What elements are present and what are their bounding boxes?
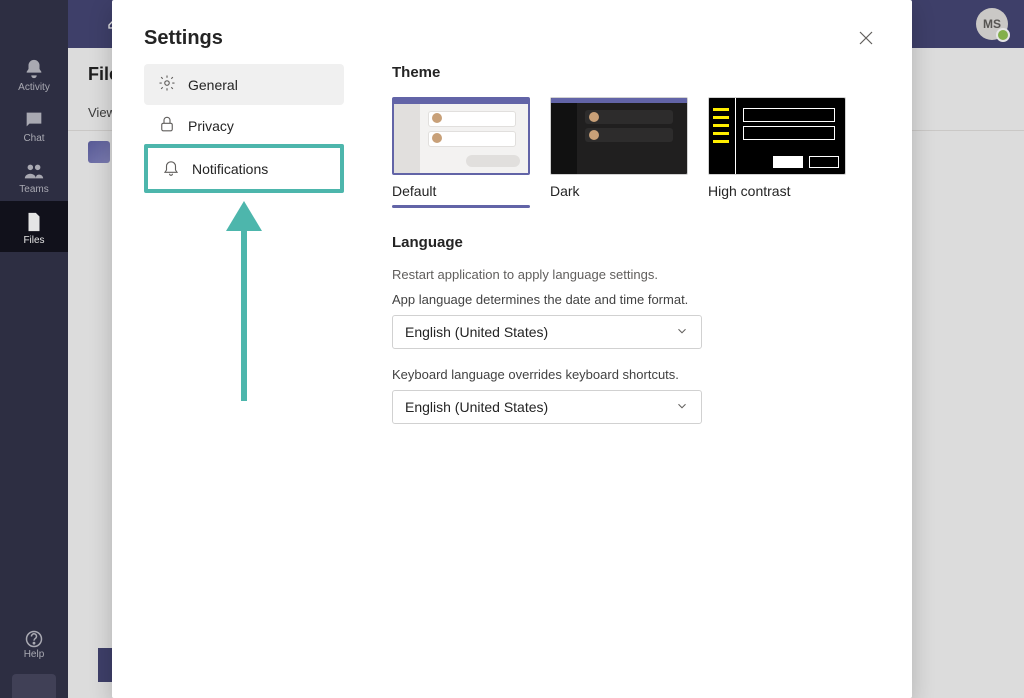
- theme-default-label: Default: [392, 175, 530, 199]
- arrow-annotation: [208, 201, 280, 401]
- keyboard-lang-note: Keyboard language overrides keyboard sho…: [392, 367, 880, 382]
- nav-privacy[interactable]: Privacy: [144, 105, 344, 146]
- app-lang-note: App language determines the date and tim…: [392, 292, 880, 307]
- theme-dark-label: Dark: [550, 175, 688, 199]
- modal-overlay: Settings General Privacy: [0, 0, 1024, 698]
- theme-title: Theme: [392, 64, 880, 81]
- nav-notifications[interactable]: Notifications: [148, 148, 340, 189]
- nav-general-label: General: [188, 77, 238, 93]
- gear-icon: [158, 74, 176, 95]
- settings-sidenav: General Privacy Notifications: [144, 64, 344, 678]
- theme-default[interactable]: Default: [392, 97, 530, 208]
- chevron-down-icon: [675, 324, 689, 341]
- chevron-down-icon: [675, 399, 689, 416]
- app-language-value: English (United States): [405, 324, 548, 340]
- app-language-dropdown[interactable]: English (United States): [392, 315, 702, 349]
- theme-default-thumb: [392, 97, 530, 175]
- theme-hc-thumb: [708, 97, 846, 175]
- bell-icon: [162, 158, 180, 179]
- nav-general[interactable]: General: [144, 64, 344, 105]
- language-restart-note: Restart application to apply language se…: [392, 267, 880, 282]
- settings-title: Settings: [144, 27, 223, 50]
- theme-high-contrast[interactable]: High contrast: [708, 97, 846, 208]
- settings-content: Theme Default Dark: [392, 64, 880, 678]
- theme-dark[interactable]: Dark: [550, 97, 688, 208]
- nav-notifications-label: Notifications: [192, 161, 268, 177]
- close-button[interactable]: [852, 24, 880, 52]
- settings-modal: Settings General Privacy: [112, 0, 912, 698]
- keyboard-language-dropdown[interactable]: English (United States): [392, 390, 702, 424]
- language-title: Language: [392, 234, 880, 251]
- lock-icon: [158, 115, 176, 136]
- nav-privacy-label: Privacy: [188, 118, 234, 134]
- keyboard-language-value: English (United States): [405, 399, 548, 415]
- highlight-annotation: Notifications: [144, 144, 344, 193]
- theme-hc-label: High contrast: [708, 175, 846, 199]
- theme-dark-thumb: [550, 97, 688, 175]
